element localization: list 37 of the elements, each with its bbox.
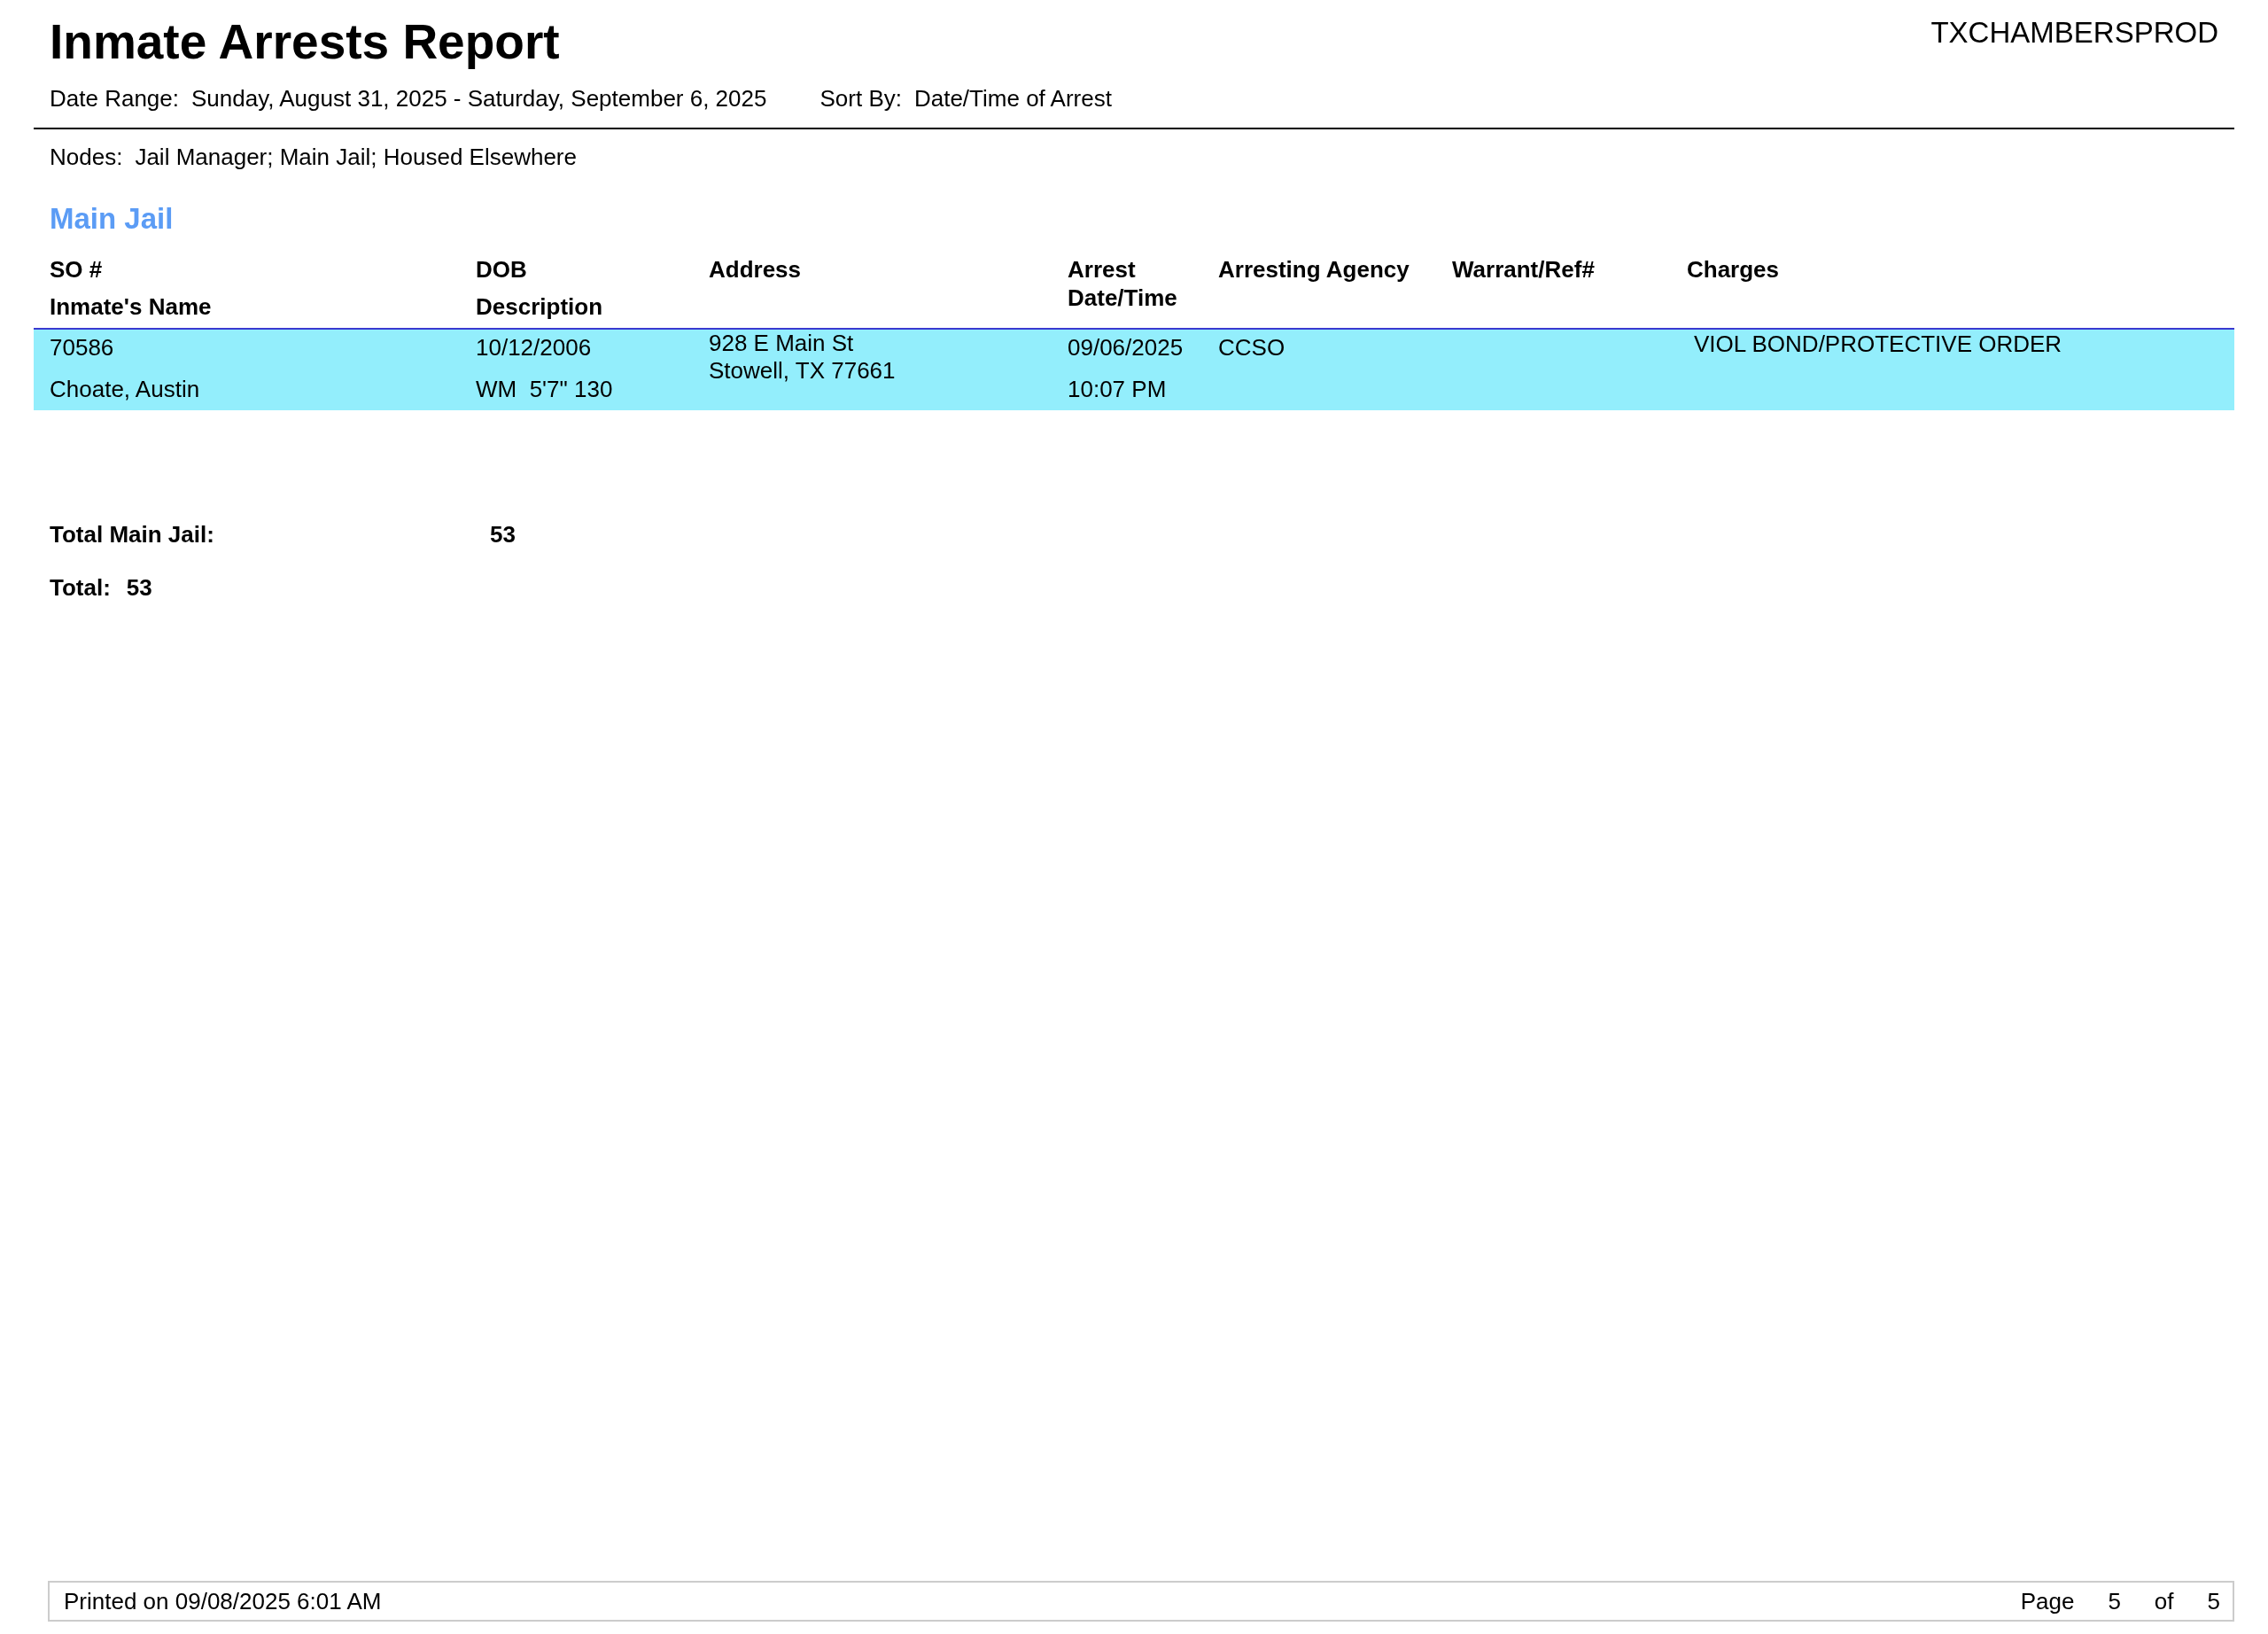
system-name: TXCHAMBERSPROD: [1930, 15, 2218, 50]
of-label: of: [2154, 1588, 2174, 1615]
column-header: Description: [476, 292, 604, 321]
nodes-label: Nodes:: [50, 143, 123, 172]
page-count: 5: [2207, 1588, 2220, 1615]
table-cell-text: 10:07 PM: [1068, 375, 1168, 403]
table-cell-text: 10/12/2006: [476, 333, 593, 362]
total-label: Total Main Jail:: [50, 520, 215, 549]
table-cell-text: Stowell, TX 77661: [709, 357, 897, 385]
table-cell-text: WM 5'7" 130: [476, 375, 614, 403]
table-cell-text: CCSO: [1218, 333, 1286, 362]
column-header: Warrant/Ref#: [1452, 255, 1596, 284]
column-header: DOB: [476, 255, 528, 284]
total-value: 53: [490, 520, 516, 549]
printed-on: Printed on 09/08/2025 6:01 AM: [64, 1588, 382, 1615]
grand-total-label: Total:: [50, 573, 111, 602]
report-title: Inmate Arrests Report: [50, 13, 560, 71]
nodes-list: Jail Manager; Main Jail; Housed Elsewhere: [135, 142, 577, 172]
column-header: Charges: [1687, 255, 1781, 284]
column-header: SO #: [50, 255, 104, 284]
date-range-label: Date Range:: [50, 84, 179, 113]
date-range: Sunday, August 31, 2025 - Saturday, September 6, 2025: [191, 84, 767, 113]
column-header: Inmate's Name: [50, 292, 213, 321]
table-cell-text: Choate, Austin: [50, 375, 201, 403]
table-cell-text: 09/06/2025: [1068, 333, 1184, 362]
page-label: Page: [2020, 1588, 2075, 1615]
column-header: Address: [709, 255, 803, 284]
page-number: 5: [2108, 1588, 2121, 1615]
section-title: Main Jail: [49, 201, 175, 237]
column-header: Arrest Date/Time: [1068, 255, 1178, 312]
column-header: Arresting Agency: [1218, 255, 1410, 284]
sort-by-label: Sort By:: [819, 84, 902, 113]
table-cell-text: 70586: [50, 333, 115, 362]
table-cell-text: VIOL BOND/PROTECTIVE ORDER: [1694, 330, 2063, 358]
sort-by: Date/Time of Arrest: [913, 84, 1112, 113]
grand-total-value: 53: [126, 573, 152, 602]
table-cell-text: 928 E Main St: [709, 330, 855, 357]
